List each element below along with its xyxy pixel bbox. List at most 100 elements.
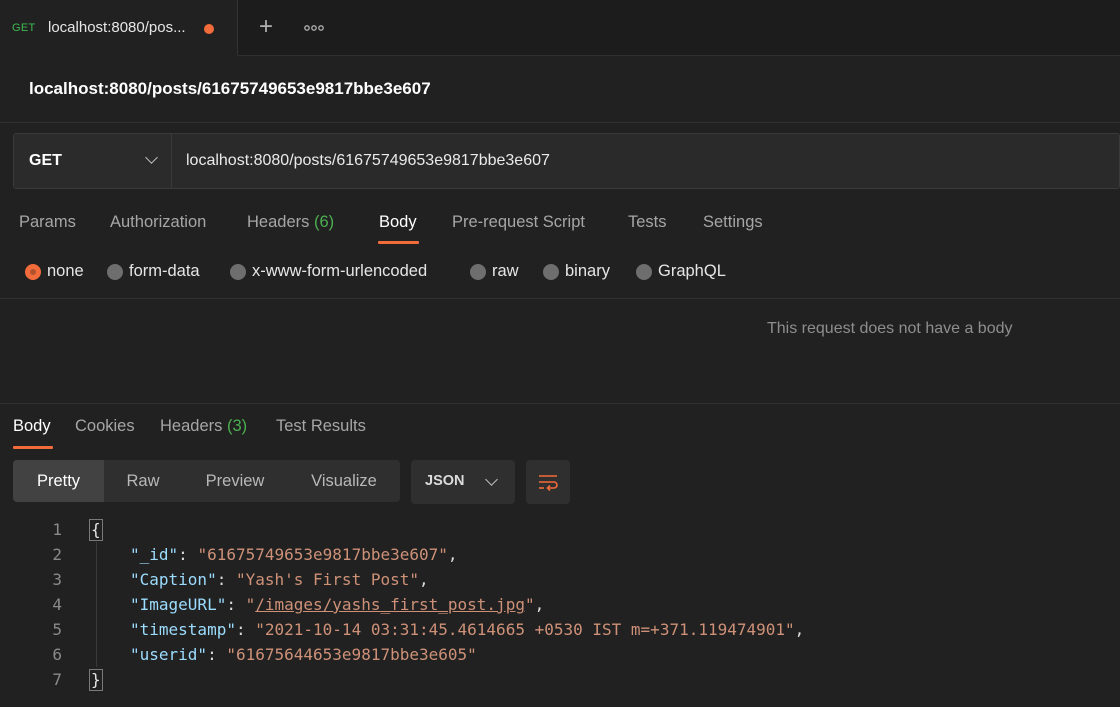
line-number: 5 <box>52 620 62 639</box>
tab-params[interactable]: Params <box>19 213 76 232</box>
comma: , <box>447 545 458 564</box>
wrap-lines-button[interactable] <box>526 460 570 504</box>
code-line: 2 "_id": "61675749653e9817bbe3e607", <box>0 543 1120 568</box>
close-brace: } <box>89 669 103 691</box>
line-number: 3 <box>52 570 62 589</box>
line-number: 2 <box>52 545 62 564</box>
quote: " <box>524 595 535 614</box>
radio-dot <box>470 264 486 280</box>
image-url-link[interactable]: /images/yashs_first_post.jpg <box>255 595 525 614</box>
code-line: 7 } <box>0 668 1120 693</box>
chevron-down-icon <box>485 473 498 486</box>
response-tab-body[interactable]: Body <box>13 417 51 436</box>
headers-count: (6) <box>313 213 335 231</box>
tab-label: Headers <box>160 417 223 435</box>
tab-body[interactable]: Body <box>379 213 417 232</box>
radio-label: GraphQL <box>658 262 726 280</box>
tab-authorization[interactable]: Authorization <box>110 213 206 232</box>
active-tab-indicator <box>378 241 419 244</box>
radio-label: form-data <box>129 262 200 280</box>
radio-dot <box>636 264 652 280</box>
tab-label: Pre-request Script <box>452 213 585 231</box>
json-key: "Caption" <box>130 570 217 589</box>
radio-dot <box>230 264 246 280</box>
response-tab-headers[interactable]: Headers (3) <box>160 417 247 436</box>
radio-dot <box>543 264 559 280</box>
json-field: "timestamp": "2021-10-14 03:31:45.461466… <box>130 620 805 639</box>
tab-method-label: GET <box>12 22 36 34</box>
tab-settings[interactable]: Settings <box>703 213 763 232</box>
tab-strip: GET localhost:8080/pos... + <box>0 0 1120 56</box>
json-value: "61675749653e9817bbe3e607" <box>197 545 448 564</box>
tab-pre-request-script[interactable]: Pre-request Script <box>452 213 585 232</box>
tab-label: Tests <box>628 213 667 231</box>
format-select[interactable]: JSON <box>411 460 515 504</box>
tab-label: Test Results <box>276 417 366 435</box>
tab-headers[interactable]: Headers (6) <box>247 213 334 232</box>
indent-guide <box>96 542 97 667</box>
view-visualize-button[interactable]: Visualize <box>288 460 400 502</box>
tab-tests[interactable]: Tests <box>628 213 667 232</box>
response-tab-test-results[interactable]: Test Results <box>276 417 366 436</box>
ellipsis-icon[interactable] <box>304 20 324 36</box>
tab-label: Authorization <box>110 213 207 231</box>
view-preview-button[interactable]: Preview <box>182 460 288 502</box>
response-tabs: Body Cookies Headers (3) Test Results <box>0 410 1120 450</box>
request-title[interactable]: localhost:8080/posts/61675749653e9817bbe… <box>29 79 431 99</box>
request-tab[interactable]: GET localhost:8080/pos... <box>0 0 238 56</box>
response-tab-cookies[interactable]: Cookies <box>75 417 135 436</box>
json-value: "61675644653e9817bbe3e605" <box>226 645 477 664</box>
json-key: "ImageURL" <box>130 595 227 614</box>
code-line: 1 { <box>0 518 1120 543</box>
body-type-radios: none form-data x-www-form-urlencoded raw… <box>0 258 900 286</box>
comma: , <box>419 570 429 589</box>
headers-count: (3) <box>226 417 248 435</box>
code-line: 6 "userid": "61675644653e9817bbe3e605" <box>0 643 1120 668</box>
format-label: JSON <box>425 473 465 489</box>
url-bar: GET localhost:8080/posts/61675749653e981… <box>13 133 1120 189</box>
request-tabs: Params Authorization Headers (6) Body Pr… <box>0 204 1120 244</box>
divider <box>0 403 1120 404</box>
quote: " <box>245 595 256 614</box>
tab-label: Cookies <box>75 417 135 435</box>
json-key: "timestamp" <box>130 620 236 639</box>
code-line: 3 "Caption": "Yash's First Post", <box>0 568 1120 593</box>
json-key: "_id" <box>130 545 179 564</box>
code-line: 5 "timestamp": "2021-10-14 03:31:45.4614… <box>0 618 1120 643</box>
line-number: 1 <box>52 520 62 539</box>
tab-label: Body <box>13 417 51 435</box>
tab-title: localhost:8080/pos... <box>48 19 186 36</box>
view-raw-button[interactable]: Raw <box>104 460 182 502</box>
view-pretty-button[interactable]: Pretty <box>13 460 104 502</box>
code-line: 4 "ImageURL": "/images/yashs_first_post.… <box>0 593 1120 618</box>
json-key: "userid" <box>130 645 208 664</box>
json-value: "Yash's First Post" <box>235 570 419 589</box>
tab-label: Settings <box>703 213 763 231</box>
radio-label: x-www-form-urlencoded <box>252 262 428 280</box>
json-field: "_id": "61675749653e9817bbe3e607", <box>130 545 458 564</box>
line-number: 6 <box>52 645 62 664</box>
url-input[interactable]: localhost:8080/posts/61675749653e9817bbe… <box>186 152 550 170</box>
wrap-lines-icon <box>539 475 558 492</box>
radio-label: raw <box>492 262 519 280</box>
unsaved-indicator-icon <box>204 24 214 34</box>
view-mode-group: Pretty Raw Preview Visualize <box>13 460 400 502</box>
json-field: "userid": "61675644653e9817bbe3e605" <box>130 645 477 664</box>
method-label: GET <box>29 152 62 169</box>
tab-label: Headers <box>247 213 310 231</box>
json-field: "ImageURL": "/images/yashs_first_post.jp… <box>130 595 545 614</box>
comma: , <box>534 595 545 614</box>
active-tab-indicator <box>13 446 53 449</box>
tab-label: Body <box>379 213 417 231</box>
radio-dot <box>107 264 123 280</box>
plus-icon[interactable]: + <box>256 14 276 40</box>
radio-label: binary <box>565 262 610 280</box>
divider <box>0 122 1120 123</box>
method-select[interactable]: GET <box>14 134 172 188</box>
divider <box>0 298 1120 299</box>
radio-dot <box>25 264 41 280</box>
json-value: "2021-10-14 03:31:45.4614665 +0530 IST m… <box>255 620 795 639</box>
line-number: 4 <box>52 595 62 614</box>
tab-label: Params <box>19 213 76 231</box>
comma: , <box>794 620 805 639</box>
